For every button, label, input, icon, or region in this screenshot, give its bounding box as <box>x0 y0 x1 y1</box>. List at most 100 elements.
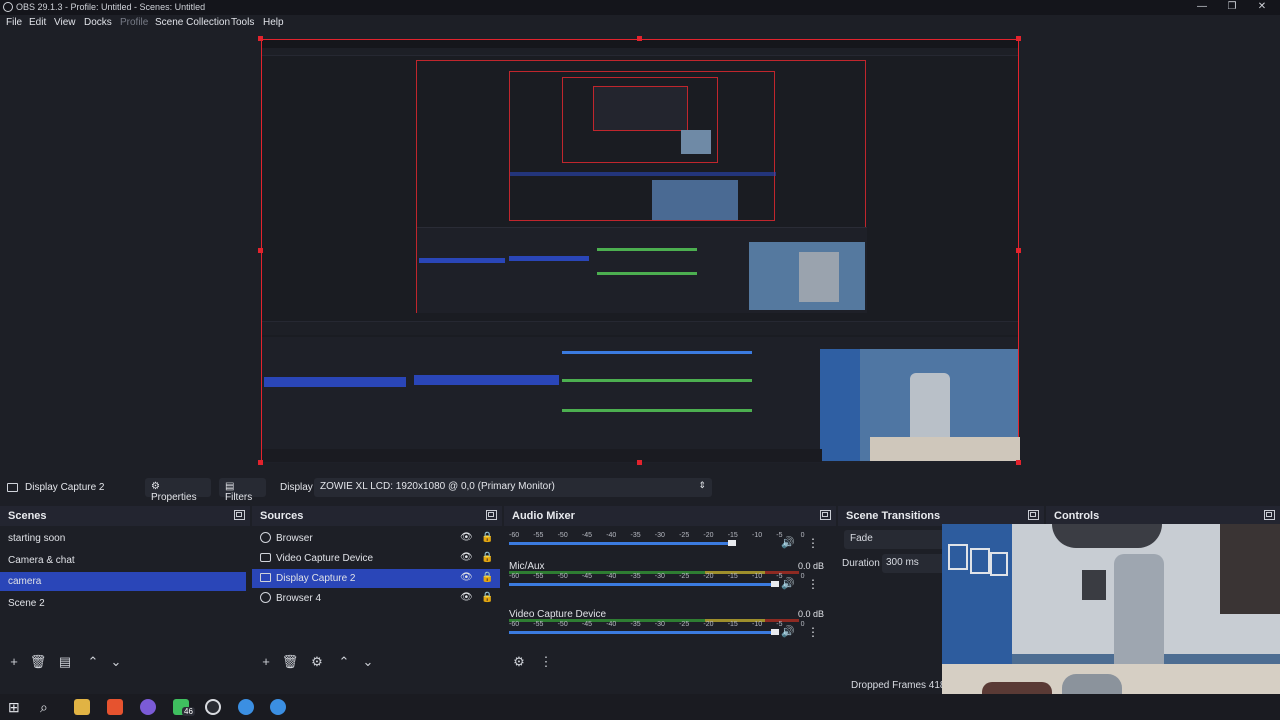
transitions-header: Scene Transitions <box>838 506 1044 526</box>
transform-handle[interactable] <box>1016 36 1021 41</box>
filter-icon[interactable]: ▤ <box>56 654 74 670</box>
channel-menu-icon[interactable]: ⋮ <box>807 577 819 591</box>
move-up-icon[interactable]: ⌃ <box>335 654 353 670</box>
nested-meter-video <box>562 409 752 412</box>
restore-button[interactable]: ❐ <box>1222 1 1242 12</box>
meter-tick-label: -50 <box>557 573 568 580</box>
gear-icon[interactable]: ⚙ <box>308 654 326 670</box>
display-select-value: ZOWIE XL LCD: 1920x1080 @ 0,0 (Primary M… <box>320 481 555 492</box>
nested-docks <box>417 227 867 313</box>
volume-slider[interactable] <box>509 583 777 586</box>
speaker-icon[interactable]: 🔊 <box>781 625 795 638</box>
display-capture-preview[interactable] <box>261 39 1020 463</box>
app-icon[interactable] <box>140 699 156 715</box>
meter-tick-label: -20 <box>703 532 714 539</box>
menu-profile[interactable]: Profile <box>120 17 148 28</box>
nested-main-docks <box>262 337 1020 463</box>
close-button[interactable]: ✕ <box>1252 1 1272 12</box>
add-icon[interactable]: + <box>5 654 23 669</box>
eye-icon[interactable]: 👁 <box>460 532 473 543</box>
remove-icon[interactable]: 🗑 <box>281 654 299 670</box>
speaker-icon[interactable]: 🔊 <box>781 577 795 590</box>
move-down-icon[interactable]: ⌄ <box>359 654 377 670</box>
volume-knob[interactable] <box>771 581 779 587</box>
menu-icon[interactable]: ⋮ <box>537 654 555 670</box>
search-icon[interactable]: ⌕ <box>40 699 56 715</box>
transform-handle[interactable] <box>1016 460 1021 465</box>
move-up-icon[interactable]: ⌃ <box>84 654 102 670</box>
scene-item-selected[interactable]: camera <box>0 572 246 591</box>
volume-slider[interactable] <box>509 542 735 545</box>
transform-handle[interactable] <box>258 460 263 465</box>
meter-tick-label: -10 <box>752 621 763 628</box>
meter-tick-label: -55 <box>533 532 544 539</box>
nested-taskbar <box>262 449 822 462</box>
properties-button[interactable]: ⚙ Properties <box>145 478 211 503</box>
globe-icon <box>260 532 271 543</box>
mixer-channel: Mic/Aux 0.0 dB -60 -55 -50 -45 -40 -35 -30 -25 -20… <box>504 561 836 609</box>
webcam-clothes <box>1220 524 1280 614</box>
app-icon-blue[interactable] <box>238 699 254 715</box>
nested-meter <box>597 272 697 275</box>
brave-browser-icon[interactable] <box>107 699 123 715</box>
scene-item[interactable]: Camera & chat <box>0 551 250 570</box>
menu-help[interactable]: Help <box>263 17 284 28</box>
transform-handle[interactable] <box>258 248 263 253</box>
gear-icon[interactable]: ⚙ <box>510 654 528 670</box>
app-icon-blue-2[interactable] <box>270 699 286 715</box>
menu-scene-collection[interactable]: Scene Collection <box>155 17 230 28</box>
undock-icon[interactable] <box>1264 510 1275 520</box>
transform-handle[interactable] <box>258 36 263 41</box>
lock-icon[interactable]: 🔒 <box>481 552 493 563</box>
source-item-selected[interactable]: Display Capture 2 👁 🔒 <box>252 569 500 588</box>
lock-icon[interactable]: 🔒 <box>481 572 493 583</box>
undock-icon[interactable] <box>820 510 831 520</box>
scene-item[interactable]: starting soon <box>0 529 250 548</box>
source-item[interactable]: Video Capture Device 👁 🔒 <box>252 549 502 568</box>
nested-webcam-chair <box>910 373 950 443</box>
file-explorer-icon[interactable] <box>74 699 90 715</box>
nested-properties-bar <box>262 321 1018 335</box>
remove-icon[interactable]: 🗑 <box>29 654 47 670</box>
undock-icon[interactable] <box>234 510 245 520</box>
nested-webcam-wall <box>820 349 860 461</box>
add-icon[interactable]: + <box>257 654 275 669</box>
channel-menu-icon[interactable]: ⋮ <box>807 625 819 639</box>
move-down-icon[interactable]: ⌄ <box>107 654 125 670</box>
updown-icon: ⇕ <box>698 480 706 490</box>
source-label: Browser 4 <box>276 593 322 604</box>
menu-tools[interactable]: Tools <box>231 17 254 28</box>
eye-icon[interactable]: 👁 <box>460 592 473 603</box>
volume-knob[interactable] <box>728 540 737 546</box>
audio-mixer-title: Audio Mixer <box>512 510 575 522</box>
obs-icon[interactable] <box>205 699 221 715</box>
transform-handle[interactable] <box>1016 248 1021 253</box>
source-item[interactable]: Browser 👁 🔒 <box>252 529 502 548</box>
display-select[interactable]: ZOWIE XL LCD: 1920x1080 @ 0,0 (Primary M… <box>314 478 712 497</box>
scene-item[interactable]: Scene 2 <box>0 594 250 613</box>
windows-start-icon[interactable]: ⊞ <box>8 699 24 715</box>
speaker-icon[interactable]: 🔊 <box>781 536 795 549</box>
transform-handle[interactable] <box>637 460 642 465</box>
meter-tick-label: -25 <box>679 532 690 539</box>
eye-icon[interactable]: 👁 <box>460 572 473 583</box>
eye-icon[interactable]: 👁 <box>460 552 473 563</box>
menu-edit[interactable]: Edit <box>29 17 46 28</box>
preview-canvas[interactable] <box>0 32 1280 472</box>
transform-handle[interactable] <box>637 36 642 41</box>
lock-icon[interactable]: 🔒 <box>481 592 493 603</box>
minimize-button[interactable]: — <box>1192 1 1212 12</box>
nested-webcam <box>749 242 865 310</box>
menu-view[interactable]: View <box>54 17 76 28</box>
menu-docks[interactable]: Docks <box>84 17 112 28</box>
source-item[interactable]: Browser 4 👁 🔒 <box>252 589 502 608</box>
volume-knob[interactable] <box>771 629 779 635</box>
filter-icon: ▤ <box>225 481 235 492</box>
volume-slider[interactable] <box>509 631 777 634</box>
lock-icon[interactable]: 🔒 <box>481 532 493 543</box>
filters-button[interactable]: ▤ Filters <box>219 478 266 503</box>
undock-icon[interactable] <box>1028 510 1039 520</box>
menu-file[interactable]: File <box>6 17 22 28</box>
undock-icon[interactable] <box>486 510 497 520</box>
channel-menu-icon[interactable]: ⋮ <box>807 536 819 550</box>
